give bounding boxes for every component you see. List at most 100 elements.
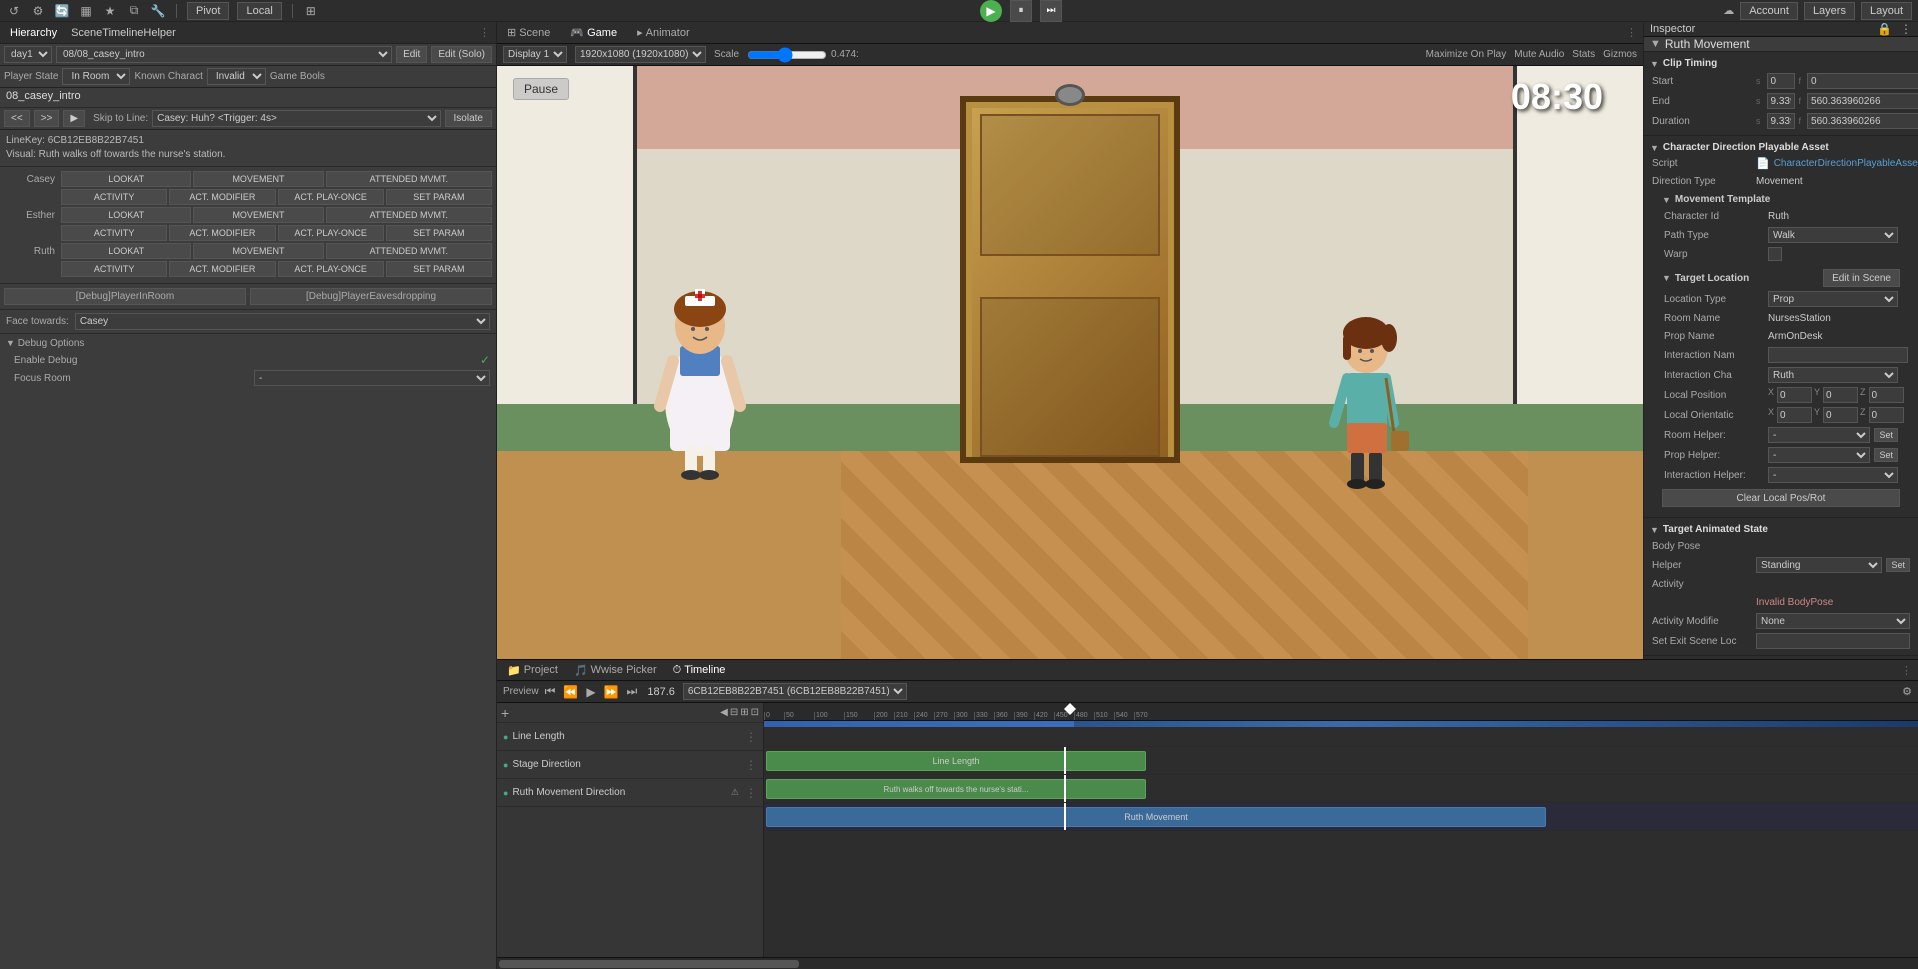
tl-clip-select[interactable]: 6CB12EB8B22B7451 (6CB12EB8B22B7451) — [683, 683, 907, 700]
scene-timeline-tab[interactable]: SceneTimelineHelper — [67, 27, 180, 39]
start-s-input[interactable] — [1767, 73, 1795, 89]
casey-activity-btn[interactable]: ACTIVITY — [61, 189, 167, 205]
pivot-button[interactable]: Pivot — [187, 2, 229, 20]
layers-icon-top[interactable]: ⧉ — [126, 3, 142, 19]
script-value[interactable]: CharacterDirectionPlayableAsset — [1774, 158, 1918, 169]
hierarchy-tab[interactable]: Hierarchy — [6, 27, 61, 39]
esther-activity-btn[interactable]: ACTIVITY — [61, 225, 167, 241]
clear-local-btn[interactable]: Clear Local Pos/Rot — [1662, 489, 1900, 507]
tl-track-stage-direction[interactable]: Ruth walks off towards the nurse's stati… — [764, 775, 1918, 803]
settings-icon[interactable]: ⚙ — [30, 3, 46, 19]
grid-icon[interactable]: ▦ — [78, 3, 94, 19]
center-tab-animator[interactable]: ▸ Animator — [633, 26, 694, 39]
casey-attended-btn[interactable]: ATTENDED MVMT. — [326, 171, 492, 187]
center-tab-game[interactable]: 🎮 Game — [566, 26, 621, 39]
known-char-select[interactable]: Invalid — [207, 68, 266, 85]
ruth-movement-menu-btn[interactable]: ⋮ — [745, 786, 757, 800]
ruth-playonce-btn[interactable]: ACT. PLAY-ONCE — [278, 261, 384, 277]
local-button[interactable]: Local — [237, 2, 281, 20]
esther-lookat-btn[interactable]: LOOKAT — [61, 207, 191, 223]
mute-btn[interactable]: Mute Audio — [1514, 49, 1564, 60]
edit-button[interactable]: Edit — [396, 46, 427, 63]
dur-f-input[interactable] — [1807, 113, 1918, 129]
local-pos-x[interactable] — [1777, 387, 1812, 403]
stats-btn[interactable]: Stats — [1572, 49, 1595, 60]
timeline-more-icon[interactable]: ⋮ — [1901, 664, 1912, 677]
wrench-icon[interactable]: 🔧 — [150, 3, 166, 19]
play-line-button[interactable]: ▶ — [63, 110, 85, 127]
hierarchy-options-icon[interactable]: ⋮ — [479, 26, 490, 39]
end-s-input[interactable] — [1767, 93, 1795, 109]
line-length-menu-btn[interactable]: ⋮ — [745, 730, 757, 744]
local-pos-y[interactable] — [1823, 387, 1858, 403]
path-type-select[interactable]: Walk — [1768, 227, 1898, 243]
tl-start-btn[interactable]: ⏮ — [543, 684, 558, 699]
isolate-button[interactable]: Isolate — [445, 110, 492, 127]
ta-helper-select[interactable]: Standing — [1756, 557, 1882, 573]
stage-direction-name[interactable]: Stage Direction — [512, 759, 741, 770]
tl-fit-btn[interactable]: ⊡ — [751, 707, 759, 718]
center-panel-more-icon[interactable]: ⋮ — [1626, 26, 1637, 39]
ruth-activity-btn[interactable]: ACTIVITY — [61, 261, 167, 277]
display-select[interactable]: Display 1 — [503, 46, 567, 63]
stage-direction-menu-btn[interactable]: ⋮ — [745, 758, 757, 772]
esther-attended-btn[interactable]: ATTENDED MVMT. — [326, 207, 492, 223]
grid2-icon[interactable]: ⊞ — [303, 3, 319, 19]
scale-slider[interactable] — [747, 47, 827, 63]
target-animated-header[interactable]: ▼ Target Animated State — [1644, 522, 1918, 537]
local-orient-x[interactable] — [1777, 407, 1812, 423]
tl-rewind-btn[interactable]: ◀ — [720, 707, 728, 718]
project-tab[interactable]: 📁 Project — [503, 664, 562, 677]
refresh-icon[interactable]: 🔄 — [54, 3, 70, 19]
face-towards-select[interactable]: Casey — [75, 313, 490, 330]
scene-select[interactable]: 08/08_casey_intro — [56, 46, 392, 63]
start-f-input[interactable] — [1807, 73, 1918, 89]
tl-track-ruth-movement[interactable]: Ruth Movement — [764, 803, 1918, 831]
casey-modifier-btn[interactable]: ACT. MODIFIER — [169, 189, 275, 205]
local-pos-z[interactable] — [1869, 387, 1904, 403]
ruth-lookat-btn[interactable]: LOOKAT — [61, 243, 191, 259]
tl-track-line-length[interactable]: Line Length — [764, 747, 1918, 775]
wwise-picker-tab[interactable]: 🎵 Wwise Picker — [570, 664, 661, 677]
ruth-setparam-btn[interactable]: SET PARAM — [386, 261, 492, 277]
inspector-lock-icon[interactable]: 🔒 — [1877, 22, 1892, 36]
ruth-movement-clip[interactable]: Ruth Movement — [766, 807, 1546, 827]
ruth-movement-name[interactable]: Ruth Movement Direction — [512, 787, 726, 798]
scroll-thumb[interactable] — [499, 960, 799, 968]
esther-modifier-btn[interactable]: ACT. MODIFIER — [169, 225, 275, 241]
ruth-modifier-btn[interactable]: ACT. MODIFIER — [169, 261, 275, 277]
line-length-name[interactable]: Line Length — [512, 731, 741, 742]
tl-zoom-out-btn[interactable]: ⊟ — [730, 707, 738, 718]
interaction-cha-select[interactable]: Ruth — [1768, 367, 1898, 383]
play-button[interactable]: ▶ — [980, 0, 1002, 22]
tl-settings-icon[interactable]: ⚙ — [1902, 686, 1912, 698]
casey-playonce-btn[interactable]: ACT. PLAY-ONCE — [278, 189, 384, 205]
next-button[interactable]: >> — [34, 110, 60, 127]
activity-modifier-select[interactable]: None — [1756, 613, 1910, 629]
account-button[interactable]: Account — [1740, 2, 1798, 20]
casey-setparam-btn[interactable]: SET PARAM — [386, 189, 492, 205]
movement-template-header[interactable]: ▼ Movement Template — [1656, 192, 1906, 207]
star-icon[interactable]: ★ — [102, 3, 118, 19]
debug-player-inroom-btn[interactable]: [Debug]PlayerInRoom — [4, 288, 246, 305]
edit-in-scene-btn[interactable]: Edit in Scene — [1823, 269, 1900, 287]
interaction-helper-select[interactable]: - — [1768, 467, 1898, 483]
tl-prev-btn[interactable]: ⏪ — [561, 685, 580, 699]
end-f-input[interactable] — [1807, 93, 1918, 109]
line-length-clip[interactable]: Line Length — [766, 751, 1146, 771]
edit-solo-button[interactable]: Edit (Solo) — [431, 46, 492, 63]
inspector-more-icon[interactable]: ⋮ — [1900, 22, 1912, 36]
timeline-tab[interactable]: ⏱ Timeline — [669, 664, 730, 677]
ruth-movement-btn[interactable]: MOVEMENT — [193, 243, 323, 259]
local-orient-z[interactable] — [1869, 407, 1904, 423]
gizmos-btn[interactable]: Gizmos — [1603, 49, 1637, 60]
pause-button[interactable]: ⏸ — [1010, 0, 1032, 22]
stage-direction-clip[interactable]: Ruth walks off towards the nurse's stati… — [766, 779, 1146, 799]
tl-zoom-in-btn[interactable]: ⊞ — [740, 707, 748, 718]
timeline-scrollbar[interactable] — [497, 957, 1918, 969]
prop-helper-select[interactable]: - — [1768, 447, 1870, 463]
esther-movement-btn[interactable]: MOVEMENT — [193, 207, 323, 223]
tl-play-btn[interactable]: ▶ — [584, 685, 597, 699]
char-direction-header[interactable]: ▼ Character Direction Playable Asset — [1644, 140, 1918, 155]
casey-lookat-btn[interactable]: LOOKAT — [61, 171, 191, 187]
